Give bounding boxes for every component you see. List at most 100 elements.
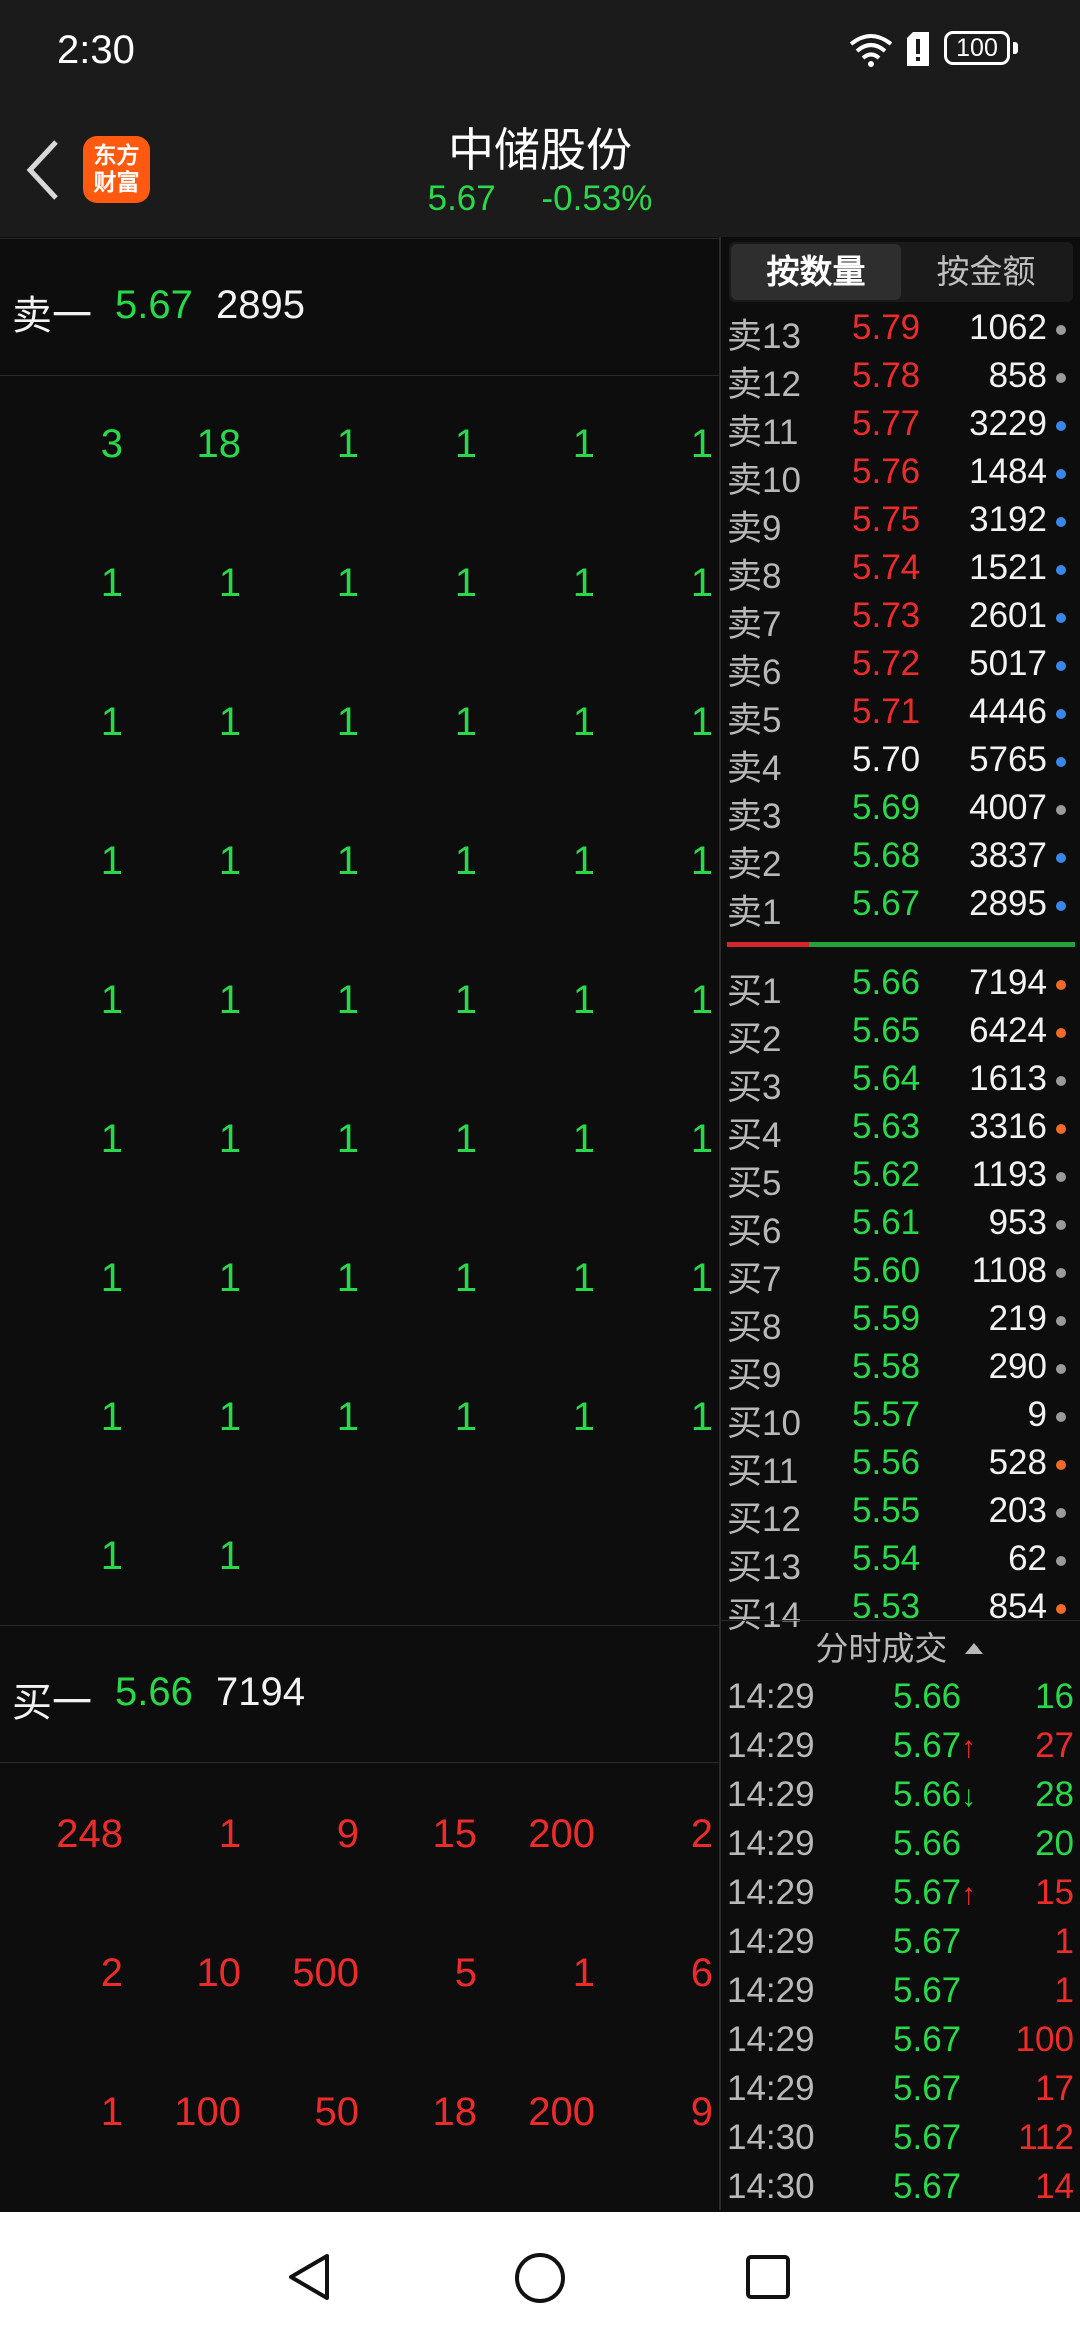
tick-volume: 15 bbox=[1035, 1873, 1074, 1912]
bid-level-qty: 953 bbox=[988, 1203, 1047, 1242]
bid-level-dot-icon bbox=[1056, 1172, 1066, 1182]
tick-row: 14:29 5.66 16 bbox=[727, 1675, 1077, 1723]
bid-level-dot-icon bbox=[1056, 1268, 1066, 1278]
ask-level-price: 5.76 bbox=[852, 452, 921, 491]
ask-level-qty: 5765 bbox=[969, 740, 1047, 779]
ask-order-cell: 1 bbox=[572, 978, 595, 1022]
tick-price: 5.67 bbox=[893, 2167, 962, 2206]
tick-time: 14:29 bbox=[727, 2020, 815, 2059]
wifi-icon bbox=[849, 34, 893, 67]
nav-recent-apps-icon[interactable] bbox=[745, 2254, 791, 2300]
ask-order-cell: 1 bbox=[218, 1534, 241, 1578]
ask-level-qty: 1484 bbox=[969, 452, 1047, 491]
bid-level-price: 5.56 bbox=[852, 1443, 921, 1482]
tick-time: 14:29 bbox=[727, 1971, 815, 2010]
bid-level-dot-icon bbox=[1056, 1556, 1066, 1566]
stock-quote: 5.67 -0.53% bbox=[0, 179, 1080, 219]
ask-level-dot-icon bbox=[1056, 421, 1066, 431]
ask-level-name: 卖6 bbox=[727, 653, 782, 692]
ask-level-qty: 2601 bbox=[969, 596, 1047, 635]
battery-tip bbox=[1013, 42, 1018, 54]
ask-order-cell: 1 bbox=[690, 561, 713, 605]
bid-level-price: 5.60 bbox=[852, 1251, 921, 1290]
bid-level-name: 买4 bbox=[727, 1116, 782, 1155]
ask-order-cell: 1 bbox=[336, 1117, 359, 1161]
ask-level-row: 卖8 5.74 1521 bbox=[727, 546, 1077, 596]
bid-level-row: 买10 5.57 9 bbox=[727, 1393, 1077, 1443]
ask-order-cell: 1 bbox=[690, 978, 713, 1022]
tick-time: 14:29 bbox=[727, 1677, 815, 1716]
ask-level-qty: 3837 bbox=[969, 836, 1047, 875]
battery-indicator: 100 bbox=[944, 31, 1010, 65]
ask-order-cell: 1 bbox=[100, 1395, 123, 1439]
bid-level-name: 买12 bbox=[727, 1500, 801, 1539]
bid-level-qty: 3316 bbox=[969, 1107, 1047, 1146]
ask-order-cell: 1 bbox=[690, 422, 713, 466]
ask-order-cell: 1 bbox=[690, 839, 713, 883]
ask-level-dot-icon bbox=[1056, 325, 1066, 335]
ask-level-qty: 858 bbox=[988, 356, 1047, 395]
ticks-header[interactable]: 分时成交 bbox=[720, 1620, 1080, 1676]
ask-order-cell: 1 bbox=[572, 1117, 595, 1161]
tick-volume: 17 bbox=[1035, 2069, 1074, 2108]
bid-level-price: 5.66 bbox=[852, 963, 921, 1002]
tick-row: 14:30 5.67 112 bbox=[727, 2116, 1077, 2164]
bid-level-qty: 62 bbox=[1008, 1539, 1047, 1578]
ask-level-row: 卖13 5.79 1062 bbox=[727, 306, 1077, 356]
ask-level-row: 卖7 5.73 2601 bbox=[727, 594, 1077, 644]
ask-order-cell: 1 bbox=[690, 1117, 713, 1161]
ask-queue-header: 卖一 5.67 2895 bbox=[0, 238, 719, 376]
bid-level-row: 买3 5.64 1613 bbox=[727, 1057, 1077, 1107]
ask-level-price: 5.70 bbox=[852, 740, 921, 779]
ask-level-dot-icon bbox=[1056, 373, 1066, 383]
tick-row: 14:29 5.67 100 bbox=[727, 2018, 1077, 2066]
sim-alert-icon bbox=[907, 32, 929, 66]
bid-level-dot-icon bbox=[1056, 1412, 1066, 1422]
tick-price: 5.67↑ bbox=[893, 1873, 977, 1912]
ask-order-cell: 1 bbox=[690, 700, 713, 744]
bid-order-cell: 200 bbox=[528, 2090, 595, 2134]
bid-level-dot-icon bbox=[1056, 980, 1066, 990]
tab-by-quantity[interactable]: 按数量 bbox=[731, 244, 901, 300]
bid-level-dot-icon bbox=[1056, 1364, 1066, 1374]
tick-volume: 112 bbox=[1018, 2118, 1074, 2157]
bid-level-price: 5.65 bbox=[852, 1011, 921, 1050]
ask-level-name: 卖4 bbox=[727, 749, 782, 788]
ask-level-price: 5.74 bbox=[852, 548, 921, 587]
ask-level-price: 5.79 bbox=[852, 308, 921, 347]
tab-by-amount[interactable]: 按金额 bbox=[901, 244, 1071, 300]
ask-level-price: 5.71 bbox=[852, 692, 921, 731]
bid-level-row: 买5 5.62 1193 bbox=[727, 1153, 1077, 1203]
ask-level-name: 卖1 bbox=[727, 893, 782, 932]
bid-price: 5.66 bbox=[115, 1670, 193, 1714]
ask-order-cell: 1 bbox=[572, 1395, 595, 1439]
stock-header: 东方 财富 中储股份 5.67 -0.53% bbox=[0, 104, 1080, 237]
nav-back-icon[interactable] bbox=[285, 2252, 333, 2302]
bid-level-name: 买1 bbox=[727, 972, 782, 1011]
tick-price: 5.66 bbox=[893, 1677, 962, 1716]
stock-title: 中储股份 bbox=[448, 124, 632, 176]
bid-level-name: 买2 bbox=[727, 1020, 782, 1059]
ask-order-cell: 1 bbox=[690, 1256, 713, 1300]
tick-volume: 1 bbox=[1054, 1971, 1074, 2010]
bid-level-row: 买6 5.61 953 bbox=[727, 1201, 1077, 1251]
ask-level-dot-icon bbox=[1056, 805, 1066, 815]
bid-level-dot-icon bbox=[1056, 1124, 1066, 1134]
ask-level-price: 5.67 bbox=[852, 884, 921, 923]
ask-order-cell: 1 bbox=[336, 422, 359, 466]
nav-home-icon[interactable] bbox=[514, 2252, 566, 2304]
ask-level-qty: 3229 bbox=[969, 404, 1047, 443]
ask-level-qty: 1521 bbox=[969, 548, 1047, 587]
bid-level-dot-icon bbox=[1056, 1508, 1066, 1518]
ask-order-cell: 1 bbox=[100, 561, 123, 605]
ask-level-dot-icon bbox=[1056, 565, 1066, 575]
bid-order-cell: 2 bbox=[690, 1812, 713, 1856]
ask-level-dot-icon bbox=[1056, 661, 1066, 671]
ask-level-row: 卖6 5.72 5017 bbox=[727, 642, 1077, 692]
bid-volume: 7194 bbox=[216, 1670, 305, 1714]
bid-level-row: 买8 5.59 219 bbox=[727, 1297, 1077, 1347]
bid-level-name: 买11 bbox=[727, 1452, 799, 1491]
bid-order-cell: 5 bbox=[454, 1951, 477, 1995]
tick-price: 5.67 bbox=[893, 2118, 962, 2157]
ask-level-price: 5.73 bbox=[852, 596, 921, 635]
